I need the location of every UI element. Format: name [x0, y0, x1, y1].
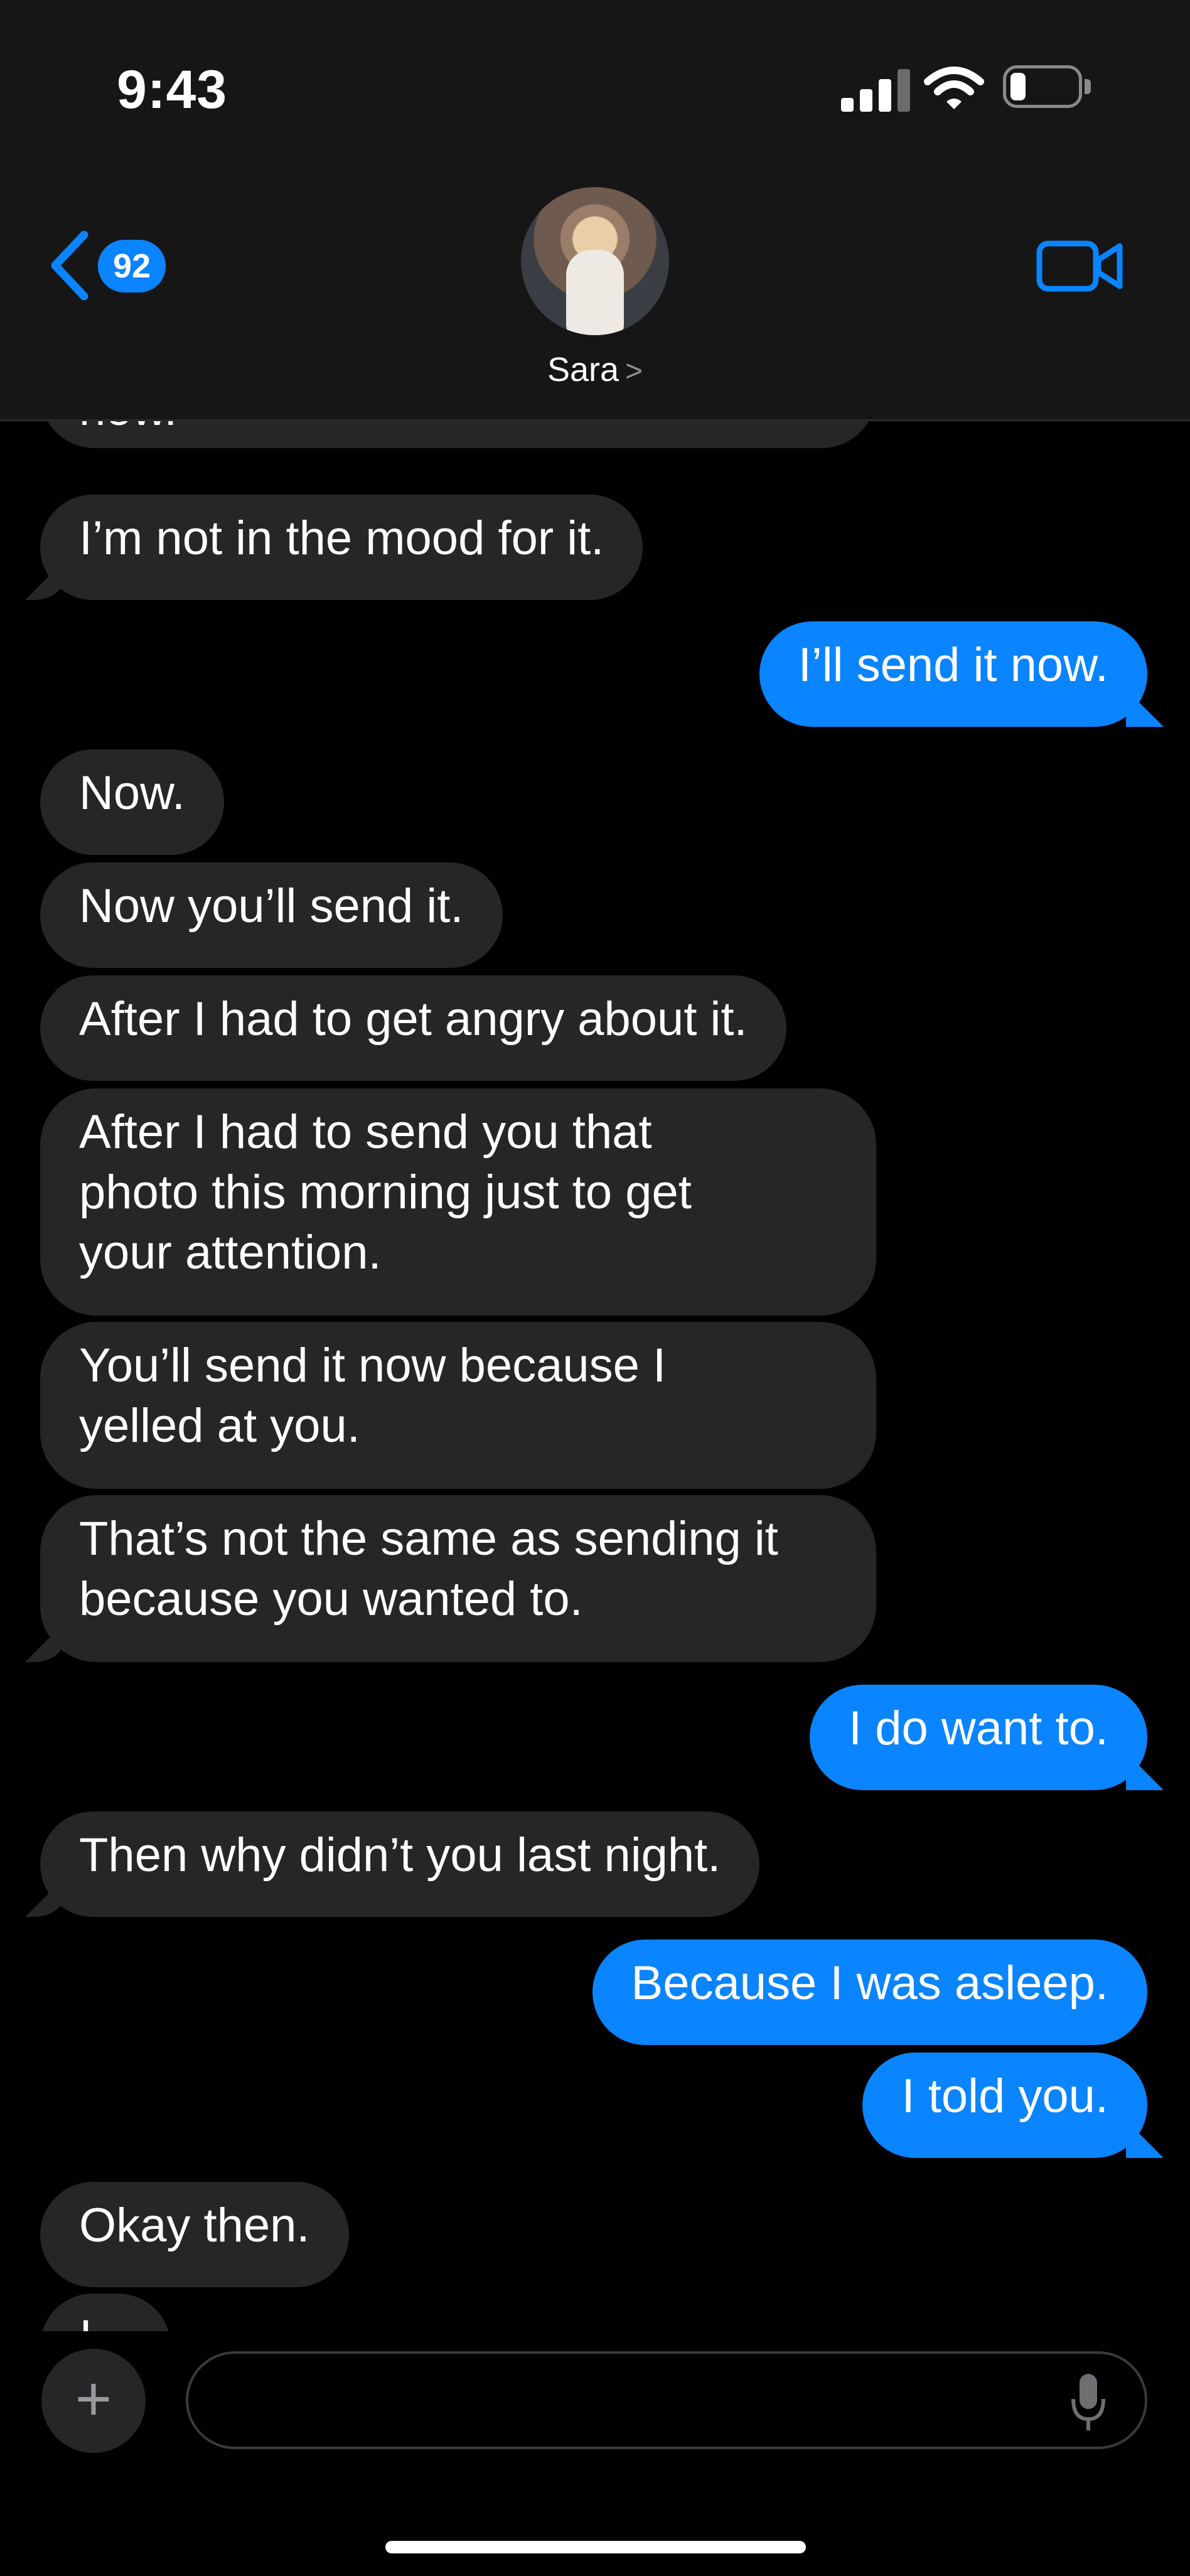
cellular-signal-icon: [841, 68, 910, 112]
message-input[interactable]: [220, 2373, 1038, 2430]
message-bubble-incoming[interactable]: Okay then.: [40, 2182, 349, 2287]
message-bubble-outgoing[interactable]: I told you.: [862, 2053, 1147, 2158]
message-bubble-incoming[interactable]: I’m not in the mood for it.: [40, 495, 643, 600]
message-bubble-outgoing[interactable]: I’ll send it now.: [759, 621, 1147, 727]
message-bubble-incoming[interactable]: That’s not the same as sending it becaus…: [40, 1495, 876, 1662]
message-bubble-incoming[interactable]: I...: [40, 2294, 171, 2331]
chevron-right-icon: >: [625, 355, 643, 388]
wifi-icon: [924, 67, 984, 109]
message-bubble-incoming[interactable]: Then why didn’t you last night.: [40, 1811, 760, 1917]
unread-badge: 92: [98, 240, 166, 292]
message-bubble-outgoing[interactable]: I do want to.: [809, 1685, 1147, 1790]
compose-bar: +: [0, 2331, 1190, 2576]
message-field[interactable]: [186, 2351, 1147, 2449]
video-camera-icon[interactable]: [1036, 235, 1123, 298]
contact-name: Sara: [547, 351, 619, 389]
back-button[interactable]: 92: [48, 226, 173, 308]
message-bubble-incoming[interactable]: Now.: [40, 749, 224, 855]
home-indicator: [385, 2541, 806, 2553]
plus-icon[interactable]: +: [41, 2349, 146, 2453]
message-bubble-outgoing[interactable]: Because I was asleep.: [592, 1940, 1147, 2045]
message-bubble-incoming[interactable]: You’ll send it now because I yelled at y…: [40, 1322, 876, 1489]
chevron-left-icon: [51, 231, 88, 300]
message-bubble-incoming[interactable]: After I had to get angry about it.: [40, 975, 786, 1081]
message-bubble-incoming[interactable]: Now you’ll send it.: [40, 862, 503, 968]
microphone-icon[interactable]: [1069, 2371, 1107, 2434]
battery-icon: [1003, 65, 1092, 109]
message-list[interactable]: now. I’m not in the mood for it. I’ll se…: [0, 377, 1190, 2331]
navigation-header: 9:43 92 Sara >: [0, 0, 1190, 421]
message-bubble-incoming[interactable]: After I had to send you that photo this …: [40, 1088, 876, 1316]
contact-name-button[interactable]: Sara >: [0, 350, 1190, 389]
status-time: 9:43: [117, 60, 228, 120]
avatar[interactable]: [521, 187, 669, 335]
